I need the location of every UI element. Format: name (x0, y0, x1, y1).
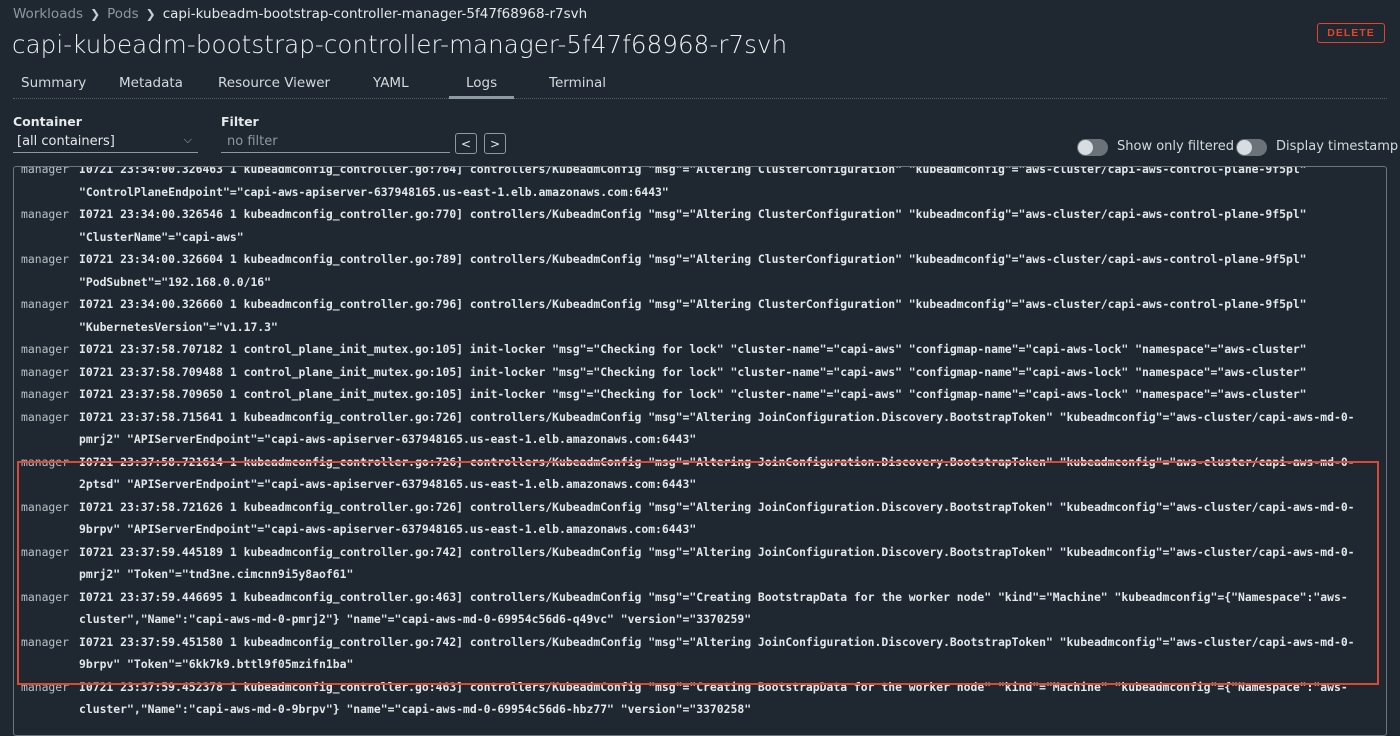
filter-label: Filter (221, 114, 259, 129)
log-viewer[interactable]: manager I0721 23:34:00.326463 1 kubeadmco… (13, 166, 1387, 736)
chevron-right-icon: ❯ (145, 7, 156, 21)
log-container-name: manager (21, 679, 70, 694)
log-container-name: manager (21, 454, 70, 469)
log-container-name: manager (21, 252, 70, 266)
log-container-name: manager (21, 364, 70, 379)
log-entry: manager I0721 23:37:58.709650 1 control_p… (14, 383, 1386, 406)
log-entry: manager I0721 23:34:00.326463 1 kubeadmco… (14, 166, 1386, 203)
log-entry: manager I0721 23:37:58.721614 1 kubeadmco… (14, 451, 1386, 496)
log-message-line: I0721 23:37:58.721614 1 kubeadmconfig_co… (79, 454, 1355, 469)
log-message-line: "ClusterName"="capi-aws" (79, 229, 244, 244)
log-entry: manager I0721 23:37:58.707182 1 control_p… (14, 338, 1386, 361)
log-message-line: I0721 23:37:59.446695 1 kubeadmconfig_co… (79, 589, 1348, 604)
log-message-line: I0721 23:37:58.715641 1 kubeadmconfig_co… (79, 409, 1355, 424)
log-container-name: manager (21, 342, 70, 356)
log-message-line: I0721 23:37:58.709650 1 control_plane_in… (79, 387, 1307, 401)
show-only-filtered-toggle[interactable] (1077, 139, 1108, 156)
display-timestamp-label: Display timestamp (1276, 139, 1399, 154)
log-entry: manager I0721 23:34:00.326660 1 kubeadmco… (14, 293, 1386, 338)
log-message-line: I0721 23:37:58.709488 1 control_plane_in… (79, 364, 1307, 379)
log-message-line: I0721 23:37:58.707182 1 control_plane_in… (79, 342, 1307, 356)
log-message-line: pmrj2" "Token"="tnd3ne.cimcnn9i5y8aof61" (79, 567, 354, 581)
breadcrumb-pods[interactable]: Pods (107, 6, 139, 22)
tab-logs[interactable]: Logs (449, 75, 515, 99)
log-message-line: "PodSubnet"="192.168.0.0/16" (79, 274, 272, 289)
breadcrumb-workloads[interactable]: Workloads (13, 6, 83, 22)
log-entry: manager I0721 23:37:58.709488 1 control_p… (14, 361, 1386, 384)
container-select[interactable]: [all containers] ⌵ (13, 131, 198, 153)
log-message-line: I0721 23:34:00.326463 1 kubeadmconfig_co… (79, 166, 1307, 176)
log-entry: manager I0721 23:37:58.721626 1 kubeadmco… (14, 496, 1386, 541)
log-message-line: cluster","Name":"capi-aws-md-0-9brpv"} "… (79, 702, 752, 716)
log-container-name: manager (21, 544, 70, 559)
log-message-line: pmrj2" "APIServerEndpoint"="capi-aws-api… (79, 432, 697, 446)
chevron-right-icon: ❯ (90, 7, 101, 21)
log-container-name: manager (21, 207, 70, 221)
show-only-filtered-label: Show only filtered (1117, 139, 1235, 154)
log-message-line: I0721 23:37:59.445189 1 kubeadmconfig_co… (79, 544, 1355, 559)
log-entry: manager I0721 23:37:59.446695 1 kubeadmco… (14, 586, 1386, 631)
tab-summary[interactable]: Summary (21, 75, 86, 91)
breadcrumb-current: capi-kubeadm-bootstrap-controller-manage… (162, 6, 588, 22)
filter-input[interactable] (221, 131, 450, 153)
log-entry: manager I0721 23:37:58.715641 1 kubeadmco… (14, 406, 1386, 451)
delete-button[interactable]: DELETE (1317, 23, 1385, 43)
container-select-value: [all containers] (17, 134, 115, 149)
breadcrumb: Workloads ❯ Pods ❯ capi-kubeadm-bootstra… (13, 6, 587, 22)
log-message-line: I0721 23:34:00.326546 1 kubeadmconfig_co… (79, 207, 1307, 221)
log-message-line: 2ptsd" "APIServerEndpoint"="capi-aws-api… (79, 477, 697, 491)
display-timestamp-toggle[interactable] (1236, 139, 1267, 156)
log-entry: manager I0721 23:37:59.452378 1 kubeadmco… (14, 676, 1386, 721)
log-message-line: 9brpv" "APIServerEndpoint"="capi-aws-api… (79, 522, 697, 536)
log-message-line: cluster","Name":"capi-aws-md-0-pmrj2"} "… (79, 612, 752, 626)
tab-yaml[interactable]: YAML (373, 75, 409, 91)
log-message-line: 9brpv" "Token"="6kk7k9.bttl9f05mzifn1ba" (79, 657, 354, 671)
log-message-line: I0721 23:37:59.452378 1 kubeadmconfig_co… (79, 679, 1348, 694)
chevron-down-icon: ⌵ (183, 133, 192, 146)
tab-metadata[interactable]: Metadata (119, 75, 183, 91)
container-label: Container (13, 114, 82, 129)
log-entry: manager I0721 23:34:00.326604 1 kubeadmco… (14, 248, 1386, 293)
log-container-name: manager (21, 166, 70, 176)
log-container-name: manager (21, 634, 70, 649)
page-title: capi-kubeadm-bootstrap-controller-manage… (12, 30, 788, 59)
log-container-name: manager (21, 589, 70, 604)
log-entry: manager I0721 23:37:59.445189 1 kubeadmco… (14, 541, 1386, 586)
log-message-line: "ControlPlaneEndpoint"="capi-aws-apiserv… (79, 184, 669, 199)
log-entry: manager I0721 23:34:00.326546 1 kubeadmco… (14, 203, 1386, 248)
log-message-line: I0721 23:37:58.721626 1 kubeadmconfig_co… (79, 499, 1355, 514)
log-container-name: manager (21, 499, 70, 514)
tab-bar: Summary Metadata Resource Viewer YAML Lo… (13, 72, 1387, 99)
log-message-line: I0721 23:37:59.451580 1 kubeadmconfig_co… (79, 634, 1355, 649)
log-message-line: "KubernetesVersion"="v1.17.3" (79, 319, 278, 334)
previous-match-button[interactable]: < (455, 133, 477, 154)
log-container-name: manager (21, 387, 70, 401)
log-container-name: manager (21, 297, 70, 311)
log-container-name: manager (21, 409, 70, 424)
next-match-button[interactable]: > (484, 133, 506, 154)
tab-terminal[interactable]: Terminal (549, 75, 606, 91)
tab-resource-viewer[interactable]: Resource Viewer (218, 75, 330, 91)
log-entry: manager I0721 23:37:59.451580 1 kubeadmco… (14, 631, 1386, 676)
log-entries: manager I0721 23:34:00.326463 1 kubeadmco… (14, 166, 1386, 721)
log-message-line: I0721 23:34:00.326604 1 kubeadmconfig_co… (79, 252, 1307, 266)
log-message-line: I0721 23:34:00.326660 1 kubeadmconfig_co… (79, 297, 1307, 311)
